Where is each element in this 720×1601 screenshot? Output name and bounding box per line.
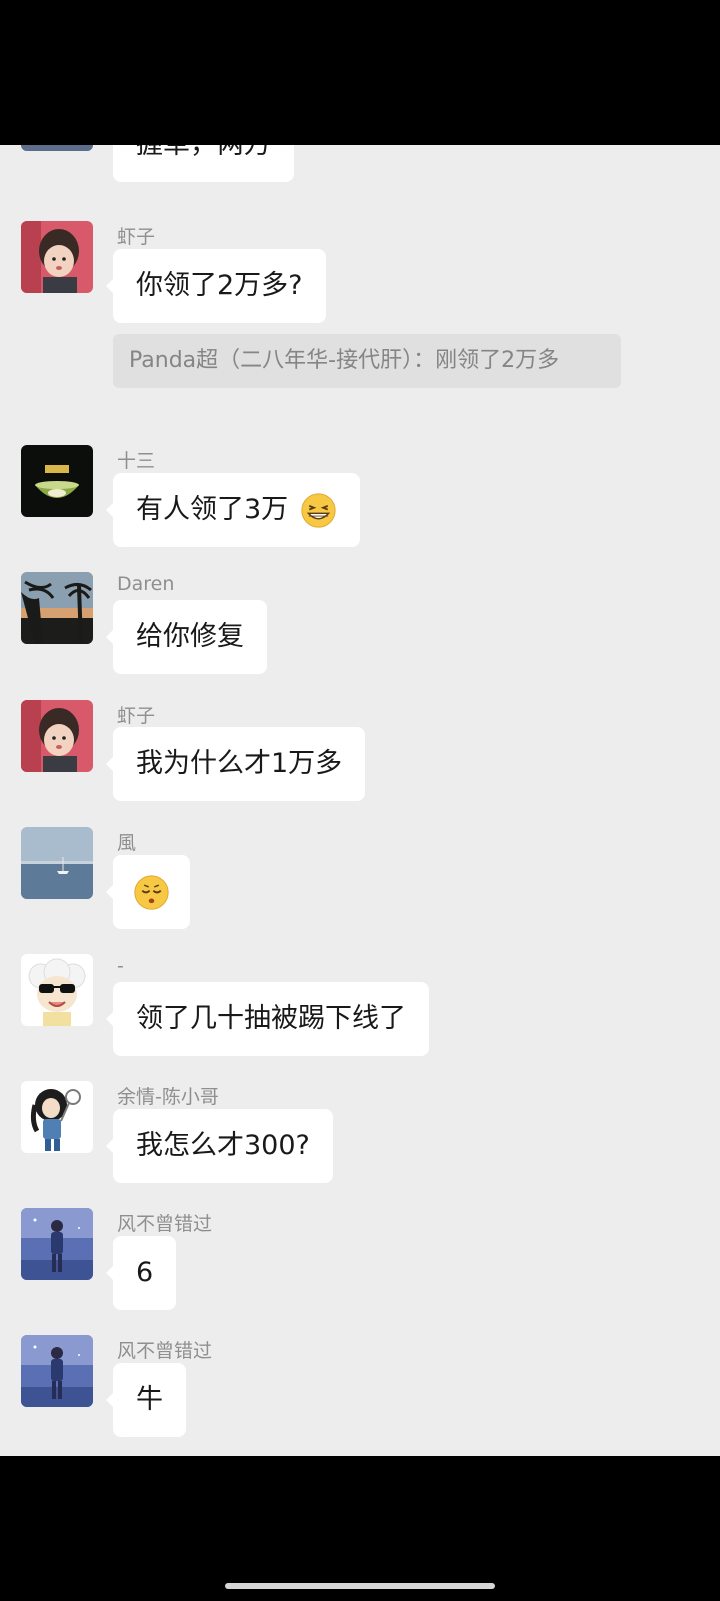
avatar[interactable] [21,954,93,1026]
message-bubble[interactable]: 领了几十抽被踢下线了 [106,982,429,1056]
sender-name: 风不曾错过 [117,1213,213,1235]
message-bubble[interactable]: 牛 [106,1363,186,1437]
avatar[interactable] [21,1335,93,1407]
message-text: 6 [136,1257,154,1288]
message-bubble[interactable]: 我怎么才300? [106,1109,333,1183]
boy-sky-avatar [21,1208,93,1280]
message-bubble[interactable] [106,855,190,929]
sender-name: 十三 [117,450,156,472]
message-text: 有人领了3万 [136,494,289,525]
message-text: 握草，两万 [136,145,271,160]
home-indicator[interactable] [225,1583,495,1589]
message-bubble[interactable]: 我为什么才1万多 [106,727,366,801]
message-text: 给你修复 [136,621,244,652]
message-text: 领了几十抽被踢下线了 [136,1003,406,1034]
avatar[interactable] [21,700,93,772]
avatar[interactable] [21,445,93,517]
status-bar [0,0,720,145]
boy-sky-avatar [21,1335,93,1407]
sender-name: - [117,955,124,977]
message-bubble[interactable]: 你领了2万多? [106,249,326,323]
sender-name: 风不曾错过 [117,1340,213,1362]
sender-name: 風 [117,832,137,854]
message-bubble[interactable]: 有人领了3万 [106,473,360,547]
sleepy-emoji [133,874,170,911]
bowl-logo-avatar [21,445,93,517]
avatar[interactable] [21,1208,93,1280]
sheep-sunglasses-avatar [21,954,93,1026]
avatar[interactable] [21,1081,93,1153]
sunset-palm-avatar [21,572,93,644]
cartoon-girl-avatar [21,1081,93,1153]
message-bubble[interactable]: 握草，两万 [113,145,294,182]
sender-name: Daren [117,573,175,595]
avatar[interactable] [21,145,93,151]
sea-boat-avatar [21,827,93,899]
grinning-squint-emoji [300,492,337,529]
girl-photo-avatar [21,221,93,293]
avatar[interactable] [21,827,93,899]
message-bubble[interactable]: 6 [106,1236,177,1310]
message-text: 我为什么才1万多 [136,748,343,779]
navigation-bar [0,1456,720,1601]
avatar[interactable] [21,572,93,644]
quoted-message[interactable]: Panda超（二八年华-接代肝）：刚领了2万多 [113,334,621,388]
message-text: 你领了2万多? [136,270,303,301]
avatar[interactable] [21,221,93,293]
chat-message-list[interactable]: 握草，两万 虾子 你领了2万多? Panda超（二八年华-接代肝）：刚领了2万多 [0,145,720,1456]
quoted-text: Panda超（二八年华-接代肝）：刚领了2万多 [129,348,560,373]
girl-photo-avatar [21,700,93,772]
message-text: 我怎么才300? [136,1130,310,1161]
sender-name: 虾子 [117,705,156,727]
message-bubble[interactable]: 给你修复 [106,600,267,674]
sender-name: 虾子 [117,226,156,248]
message-text: 牛 [136,1384,163,1415]
sender-name: 余情-陈小哥 [117,1086,219,1108]
